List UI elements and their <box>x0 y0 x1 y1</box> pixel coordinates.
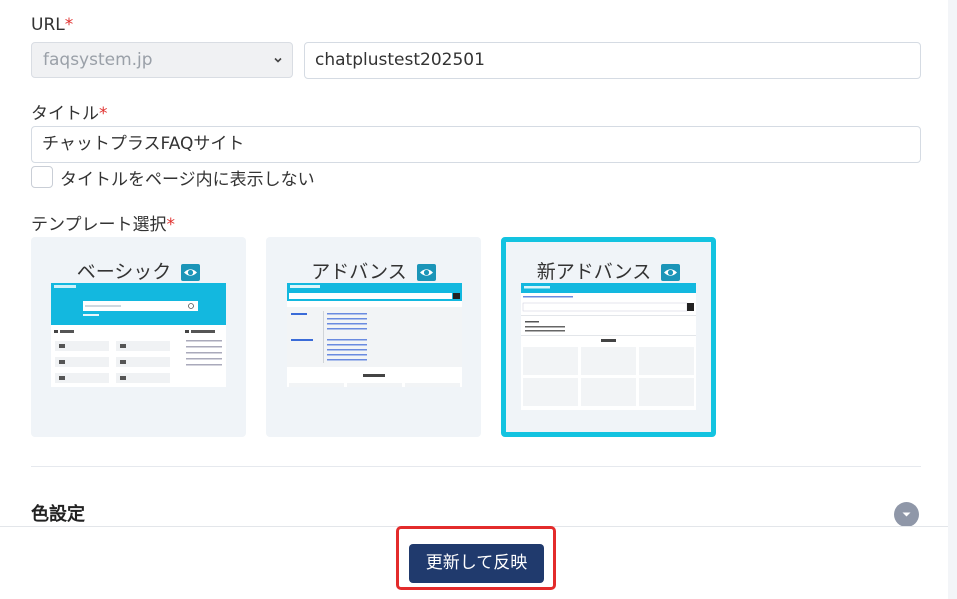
template-name: ベーシック <box>76 261 172 283</box>
section-divider <box>31 466 921 467</box>
preview-image <box>51 283 226 383</box>
title-label: タイトル* <box>31 99 108 124</box>
eye-icon[interactable] <box>416 264 436 281</box>
url-label: URL* <box>31 15 73 35</box>
subdomain-input[interactable]: chatplustest202501 <box>304 42 921 79</box>
title-value: チャットプラスFAQサイト <box>42 134 245 154</box>
hide-title-checkbox-label: タイトルをページ内に表示しない <box>60 170 315 190</box>
page: URL* faqsystem.jp chatplustest202501 タイト… <box>0 0 957 599</box>
template-label: テンプレート選択* <box>31 210 175 235</box>
preview-image <box>521 283 696 406</box>
color-settings-title: 色設定 <box>31 504 85 525</box>
template-preview-new-advance <box>521 283 696 410</box>
template-card-title: 新アドバンス <box>506 257 711 284</box>
template-card-new-advance[interactable]: 新アドバンス <box>501 237 716 437</box>
title-input[interactable]: チャットプラスFAQサイト <box>31 126 921 163</box>
eye-icon[interactable] <box>661 264 681 281</box>
title-label-text: タイトル <box>31 104 99 124</box>
template-card-advance[interactable]: アドバンス <box>266 237 481 437</box>
template-card-title: アドバンス <box>266 257 481 284</box>
color-settings-toggle[interactable] <box>894 502 919 527</box>
eye-icon[interactable] <box>181 264 201 281</box>
required-mark: * <box>64 15 74 35</box>
template-name: 新アドバンス <box>536 261 652 283</box>
domain-select[interactable]: faqsystem.jp <box>31 42 293 78</box>
chevron-down-icon <box>274 57 282 63</box>
scrollbar[interactable] <box>948 0 957 599</box>
template-name: アドバンス <box>311 261 407 283</box>
update-and-apply-button[interactable]: 更新して反映 <box>409 544 544 583</box>
required-mark: * <box>166 215 176 235</box>
template-preview-advance <box>287 283 462 387</box>
preview-image <box>287 283 462 387</box>
url-label-text: URL <box>31 15 65 35</box>
hide-title-checkbox[interactable] <box>31 166 53 188</box>
domain-select-value: faqsystem.jp <box>43 50 153 70</box>
template-preview-basic <box>51 283 226 387</box>
template-card-basic[interactable]: ベーシック <box>31 237 246 437</box>
subdomain-value: chatplustest202501 <box>315 50 485 70</box>
template-label-text: テンプレート選択 <box>31 215 167 235</box>
chevron-down-icon <box>902 512 911 517</box>
template-card-title: ベーシック <box>31 257 246 284</box>
required-mark: * <box>99 104 108 124</box>
